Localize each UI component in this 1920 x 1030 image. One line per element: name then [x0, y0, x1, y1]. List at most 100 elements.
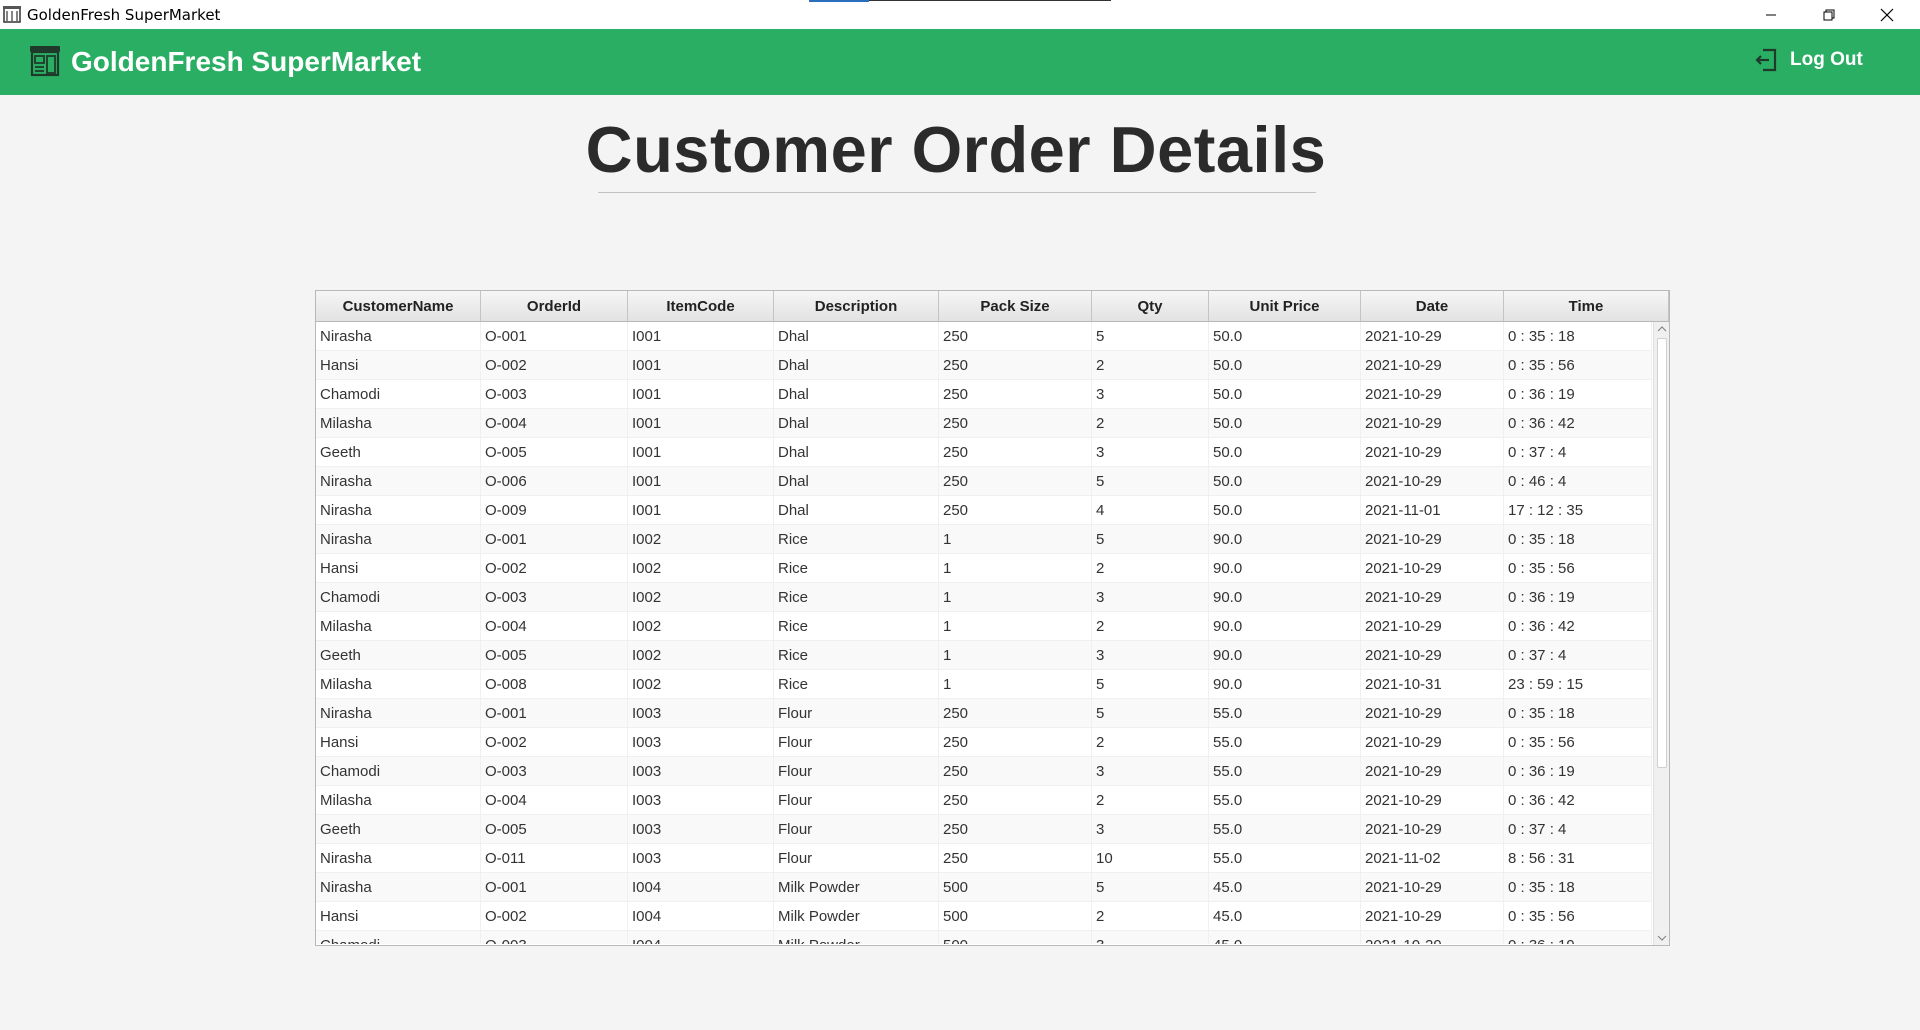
- table-row[interactable]: Geeth O-005 I001 Dhal 250 3 50.0 2021-10-29 0 : …: [316, 438, 1652, 467]
- table-row[interactable]: Hansi O-002 I004 Milk Powder 500 2 45.0 2021-10…: [316, 902, 1652, 931]
- column-header-date[interactable]: Date: [1361, 291, 1504, 321]
- cell-unit-price: 50.0: [1209, 322, 1361, 351]
- cell-unit-price: 55.0: [1209, 844, 1361, 873]
- restore-icon: [1823, 9, 1835, 20]
- cell-unit-price: 90.0: [1209, 612, 1361, 641]
- column-header-itemcode[interactable]: ItemCode: [628, 291, 774, 321]
- table-row[interactable]: Chamodi O-003 I003 Flour 250 3 55.0 2021-10-29 0…: [316, 757, 1652, 786]
- cell-orderid: O-008: [481, 670, 628, 699]
- cell-orderid: O-002: [481, 554, 628, 583]
- table-row[interactable]: Nirasha O-001 I003 Flour 250 5 55.0 2021-10-29 0…: [316, 699, 1652, 728]
- cell-itemcode: I001: [628, 409, 774, 438]
- cell-customername: Nirasha: [316, 844, 481, 873]
- cell-qty: 5: [1092, 525, 1209, 554]
- cell-qty: 2: [1092, 786, 1209, 815]
- column-header-pack-size[interactable]: Pack Size: [939, 291, 1092, 321]
- cell-orderid: O-011: [481, 844, 628, 873]
- table-row[interactable]: Nirasha O-009 I001 Dhal 250 4 50.0 2021-11-01 17…: [316, 496, 1652, 525]
- cell-itemcode: I001: [628, 380, 774, 409]
- cell-customername: Nirasha: [316, 873, 481, 902]
- cell-pack-size: 250: [939, 467, 1092, 496]
- cell-customername: Geeth: [316, 815, 481, 844]
- scroll-up-button[interactable]: [1654, 322, 1669, 336]
- cell-unit-price: 55.0: [1209, 728, 1361, 757]
- table-row[interactable]: Chamodi O-003 I002 Rice 1 3 90.0 2021-10-29 0 : …: [316, 583, 1652, 612]
- cell-customername: Milasha: [316, 670, 481, 699]
- cell-customername: Geeth: [316, 641, 481, 670]
- table-row[interactable]: ChamodiO-003I004Milk Powder500345.02021-…: [316, 931, 1652, 944]
- table-row[interactable]: Hansi O-002 I001 Dhal 250 2 50.0 2021-10-29 0 : …: [316, 351, 1652, 380]
- table-row[interactable]: Milasha O-008 I002 Rice 1 5 90.0 2021-10-31 23 :…: [316, 670, 1652, 699]
- cell-description: Dhal: [774, 380, 939, 409]
- table-row[interactable]: Chamodi O-003 I001 Dhal 250 3 50.0 2021-10-29 0 …: [316, 380, 1652, 409]
- scroll-down-button[interactable]: [1654, 931, 1669, 945]
- cell-date: 2021-10-29: [1361, 931, 1504, 944]
- cell-orderid: O-003: [481, 757, 628, 786]
- minimize-button[interactable]: [1742, 0, 1800, 29]
- cell-time: 0 : 36 : 19: [1504, 380, 1652, 409]
- scrollbar-thumb[interactable]: [1657, 338, 1667, 768]
- cell-unit-price: 50.0: [1209, 467, 1361, 496]
- app-name: GoldenFresh SuperMarket: [71, 46, 422, 77]
- cell-time: 0 : 36 : 19: [1504, 757, 1652, 786]
- table-row[interactable]: Milasha O-004 I003 Flour 250 2 55.0 2021-10-29 0…: [316, 786, 1652, 815]
- table-row[interactable]: Milasha O-004 I002 Rice 1 2 90.0 2021-10-29 0 : …: [316, 612, 1652, 641]
- cell-date: 2021-10-29: [1361, 322, 1504, 351]
- cell-itemcode: I002: [628, 612, 774, 641]
- table-body: Nirasha O-001 I001 Dhal 250 5 50.0 2021-10-29 0 …: [316, 322, 1652, 944]
- cell-description: Dhal: [774, 409, 939, 438]
- table-row[interactable]: Nirasha O-001 I001 Dhal 250 5 50.0 2021-10-29 0 …: [316, 322, 1652, 351]
- cell-date: 2021-11-01: [1361, 496, 1504, 525]
- cell-description: Flour: [774, 757, 939, 786]
- column-header-description[interactable]: Description: [774, 291, 939, 321]
- cell-itemcode: I003: [628, 699, 774, 728]
- column-header-time[interactable]: Time: [1504, 291, 1669, 321]
- table-row[interactable]: Nirasha O-006 I001 Dhal 250 5 50.0 2021-10-29 0 …: [316, 467, 1652, 496]
- cell-date: 2021-10-29: [1361, 699, 1504, 728]
- column-header-orderid[interactable]: OrderId: [481, 291, 628, 321]
- cell-time: 0 : 35 : 56: [1504, 902, 1652, 931]
- cell-qty: 5: [1092, 873, 1209, 902]
- cell-itemcode: I002: [628, 583, 774, 612]
- orders-table[interactable]: CustomerName OrderId ItemCode Descriptio…: [315, 290, 1670, 946]
- cell-pack-size: 250: [939, 786, 1092, 815]
- cell-date: 2021-10-29: [1361, 728, 1504, 757]
- cell-time: 0 : 36 : 42: [1504, 409, 1652, 438]
- titlebar-accent: [809, 0, 869, 2]
- cell-unit-price: 50.0: [1209, 409, 1361, 438]
- table-row[interactable]: Nirasha O-011 I003 Flour 250 10 55.0 2021-11-02…: [316, 844, 1652, 873]
- cell-orderid: O-001: [481, 322, 628, 351]
- cell-time: 0 : 35 : 56: [1504, 554, 1652, 583]
- cell-date: 2021-10-29: [1361, 873, 1504, 902]
- table-row[interactable]: Milasha O-004 I001 Dhal 250 2 50.0 2021-10-29 0 …: [316, 409, 1652, 438]
- cell-customername: Hansi: [316, 554, 481, 583]
- table-row[interactable]: Hansi O-002 I002 Rice 1 2 90.0 2021-10-29 0 : 35…: [316, 554, 1652, 583]
- cell-pack-size: 250: [939, 322, 1092, 351]
- cell-orderid: O-009: [481, 496, 628, 525]
- cell-time: 0 : 36 : 19: [1504, 931, 1652, 944]
- cell-unit-price: 45.0: [1209, 902, 1361, 931]
- table-row[interactable]: Nirasha O-001 I004 Milk Powder 500 5 45.0 2021-…: [316, 873, 1652, 902]
- column-header-qty[interactable]: Qty: [1092, 291, 1209, 321]
- cell-unit-price: 50.0: [1209, 380, 1361, 409]
- logout-button[interactable]: Log Out: [1754, 44, 1863, 76]
- cell-itemcode: I004: [628, 902, 774, 931]
- cell-customername: Hansi: [316, 728, 481, 757]
- cell-customername: Hansi: [316, 902, 481, 931]
- cell-itemcode: I001: [628, 438, 774, 467]
- cell-orderid: O-003: [481, 931, 628, 944]
- cell-description: Rice: [774, 554, 939, 583]
- restore-button[interactable]: [1800, 0, 1858, 29]
- vertical-scrollbar[interactable]: [1653, 322, 1669, 945]
- column-header-unit-price[interactable]: Unit Price: [1209, 291, 1361, 321]
- table-row[interactable]: Geeth O-005 I003 Flour 250 3 55.0 2021-10-29 0 :…: [316, 815, 1652, 844]
- table-row[interactable]: Geeth O-005 I002 Rice 1 3 90.0 2021-10-29 0 : 37…: [316, 641, 1652, 670]
- cell-pack-size: 1: [939, 583, 1092, 612]
- table-row[interactable]: Nirasha O-001 I002 Rice 1 5 90.0 2021-10-29 0 : …: [316, 525, 1652, 554]
- cell-date: 2021-10-29: [1361, 467, 1504, 496]
- app-header: GoldenFresh SuperMarket Log Out: [0, 29, 1920, 95]
- column-header-customername[interactable]: CustomerName: [316, 291, 481, 321]
- cell-pack-size: 500: [939, 931, 1092, 944]
- close-button[interactable]: [1858, 0, 1916, 29]
- table-row[interactable]: Hansi O-002 I003 Flour 250 2 55.0 2021-10-29 0 :…: [316, 728, 1652, 757]
